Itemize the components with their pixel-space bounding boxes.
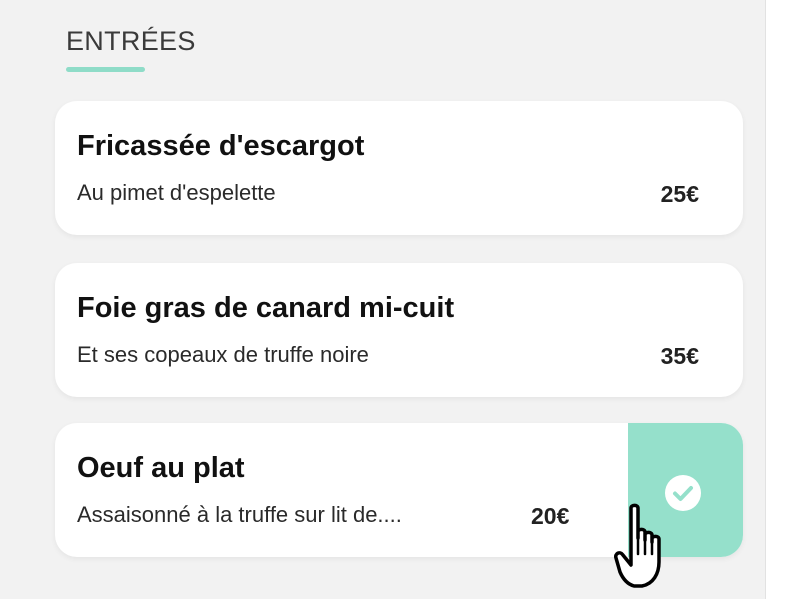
item-select-toggle[interactable] bbox=[628, 423, 743, 557]
menu-item-price: 25€ bbox=[660, 181, 699, 207]
menu-item-name: Foie gras de canard mi-cuit bbox=[77, 292, 455, 324]
menu-item-description: Au pimet d'espelette bbox=[77, 180, 276, 205]
section-title-underline bbox=[66, 67, 145, 72]
menu-panel: ENTRÉES Fricassée d'escargot Au pimet d'… bbox=[0, 0, 766, 599]
menu-item-card[interactable]: Fricassée d'escargot Au pimet d'espelett… bbox=[55, 101, 743, 235]
menu-item-card[interactable]: Foie gras de canard mi-cuit Et ses copea… bbox=[55, 263, 743, 397]
menu-item-price: 35€ bbox=[660, 343, 699, 369]
menu-item-name: Fricassée d'escargot bbox=[77, 130, 365, 162]
menu-item-price: 20€ bbox=[531, 503, 570, 529]
check-circle-icon bbox=[665, 475, 701, 511]
menu-item-name: Oeuf au plat bbox=[77, 452, 245, 484]
menu-item-description: Et ses copeaux de truffe noire bbox=[77, 342, 369, 367]
section-title: ENTRÉES bbox=[66, 26, 196, 56]
menu-item-description: Assaisonné à la truffe sur lit de.... bbox=[77, 502, 402, 527]
menu-item-card-selected[interactable]: Oeuf au plat Assaisonné à la truffe sur … bbox=[55, 423, 743, 557]
